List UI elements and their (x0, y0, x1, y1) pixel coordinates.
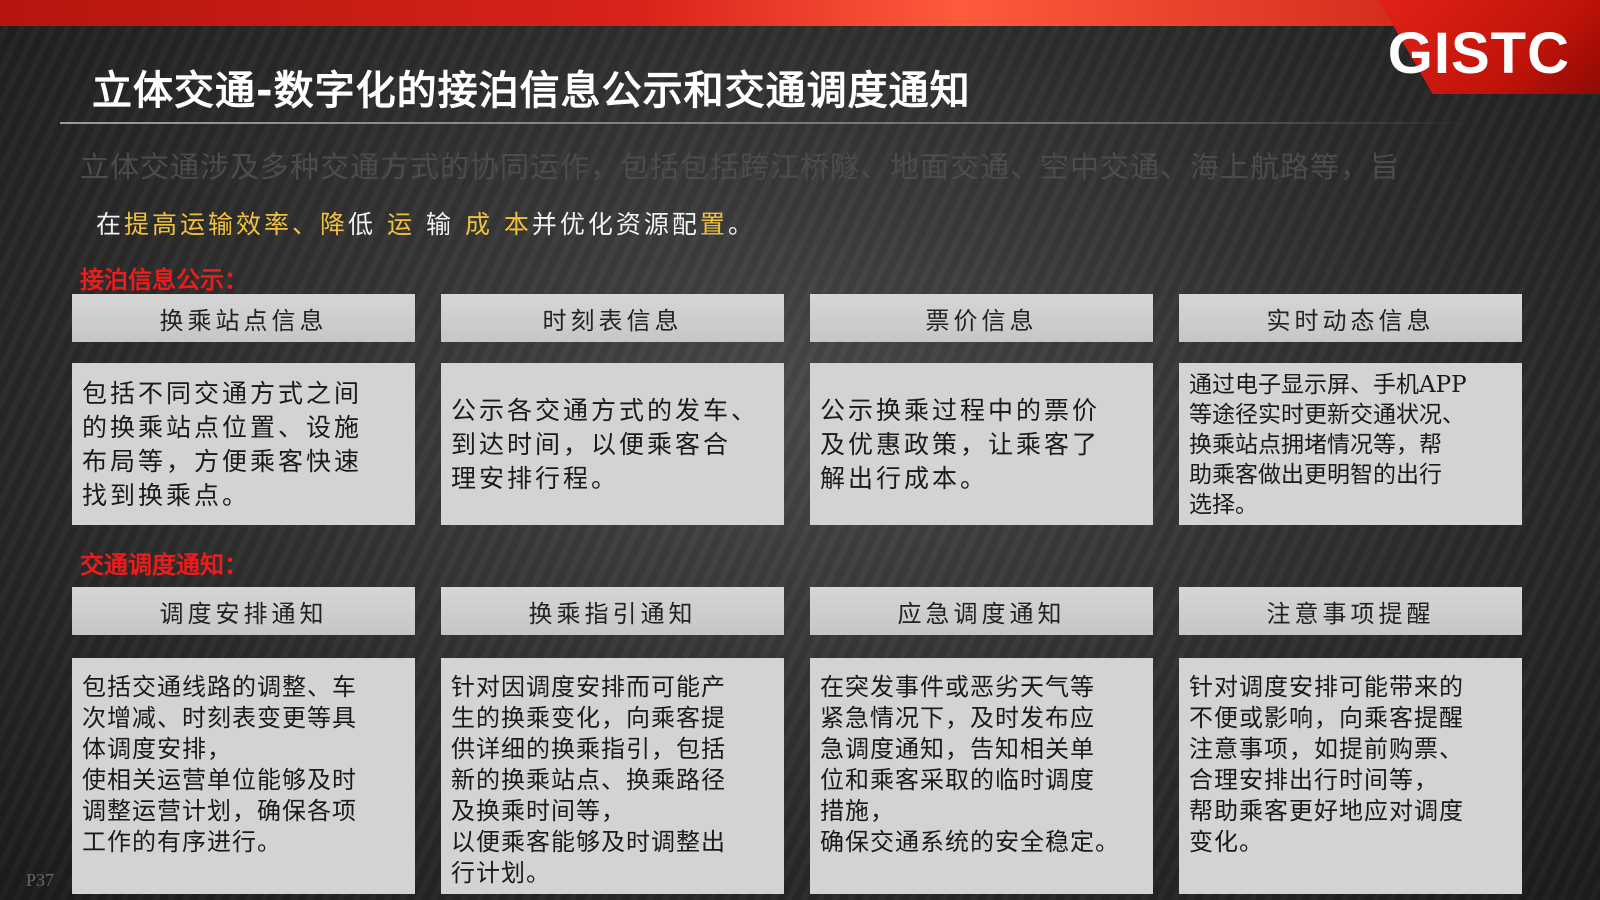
intro-highlight: 运 (387, 210, 416, 239)
intro-line-1: 立体交通涉及多种交通方式的协同运作，包括包括跨江桥隧、地面交通、空中交通、海上航… (80, 150, 1401, 184)
card-header-transfer-guide: 换乘指引通知 (441, 587, 784, 635)
card-body-text: 公示各交通方式的发车、 到达时间，以便乘客合 理安排行程。 (451, 396, 760, 493)
card-header-transfer-station: 换乘站点信息 (72, 294, 415, 342)
card-body-text: 包括交通线路的调整、车 次增减、时刻表变更等具 体调度安排， 使相关运营单位能够… (82, 673, 357, 856)
intro-text: 输 (425, 210, 454, 239)
card-header-realtime: 实时动态信息 (1179, 294, 1522, 342)
card-body-text: 针对调度安排可能带来的 不便或影响，向乘客提醒 注意事项，如提前购票、 合理安排… (1189, 673, 1464, 856)
intro-text: 并优化资源配 (531, 210, 700, 239)
page-number: P37 (26, 870, 55, 890)
gistc-logo: GISTC (1387, 21, 1570, 86)
intro-text: 在 (96, 210, 125, 239)
card-body-dispatch-arrangement: 包括交通线路的调整、车 次增减、时刻表变更等具 体调度安排， 使相关运营单位能够… (72, 658, 415, 894)
card-body-timetable: 公示各交通方式的发车、 到达时间，以便乘客合 理安排行程。 (441, 363, 784, 525)
intro-line-2: 在提高运输效率、降低 运 输 成 本并优化资源配置。 (96, 205, 756, 241)
card-body-text: 公示换乘过程中的票价 及优惠政策，让乘客了 解出行成本。 (820, 396, 1101, 493)
card-body-text: 通过电子显示屏、手机APP 等途径实时更新交通状况、 换乘站点拥堵情况等，帮 助… (1189, 372, 1467, 518)
card-body-text: 针对因调度安排而可能产 生的换乘变化，向乘客提 供详细的换乘指引，包括 新的换乘… (451, 673, 726, 887)
card-body-emergency: 在突发事件或恶劣天气等 紧急情况下，及时发布应 急调度通知，告知相关单 位和乘客… (810, 658, 1153, 894)
intro-highlight: 提高运输效率、降 (124, 210, 349, 239)
title-divider (60, 122, 1480, 124)
card-body-text: 在突发事件或恶劣天气等 紧急情况下，及时发布应 急调度通知，告知相关单 位和乘客… (820, 673, 1120, 856)
card-body-transfer-guide: 针对因调度安排而可能产 生的换乘变化，向乘客提 供详细的换乘指引，包括 新的换乘… (441, 658, 784, 894)
section-label-docking-info: 接泊信息公示： (80, 266, 248, 294)
intro-text: 低 (348, 210, 377, 239)
section-label-dispatch-notice: 交通调度通知： (80, 551, 248, 579)
slide-title: 立体交通-数字化的接泊信息公示和交通调度通知 (92, 68, 971, 114)
intro-highlight: 成 本 (464, 210, 532, 239)
card-header-fare: 票价信息 (810, 294, 1153, 342)
card-header-timetable: 时刻表信息 (441, 294, 784, 342)
intro-highlight: 置 (699, 210, 728, 239)
card-body-text: 包括不同交通方式之间 的换乘站点位置、设施 布局等，方便乘客快速 找到换乘点。 (82, 379, 363, 510)
card-body-precautions: 针对调度安排可能带来的 不便或影响，向乘客提醒 注意事项，如提前购票、 合理安排… (1179, 658, 1522, 894)
top-red-band (0, 0, 1600, 26)
card-body-realtime: 通过电子显示屏、手机APP 等途径实时更新交通状况、 换乘站点拥堵情况等，帮 助… (1179, 363, 1522, 525)
card-header-precautions: 注意事项提醒 (1179, 587, 1522, 635)
card-body-transfer-station: 包括不同交通方式之间 的换乘站点位置、设施 布局等，方便乘客快速 找到换乘点。 (72, 363, 415, 525)
card-header-dispatch-arrangement: 调度安排通知 (72, 587, 415, 635)
card-header-emergency: 应急调度通知 (810, 587, 1153, 635)
card-body-fare: 公示换乘过程中的票价 及优惠政策，让乘客了 解出行成本。 (810, 363, 1153, 525)
intro-text: 。 (727, 210, 756, 239)
